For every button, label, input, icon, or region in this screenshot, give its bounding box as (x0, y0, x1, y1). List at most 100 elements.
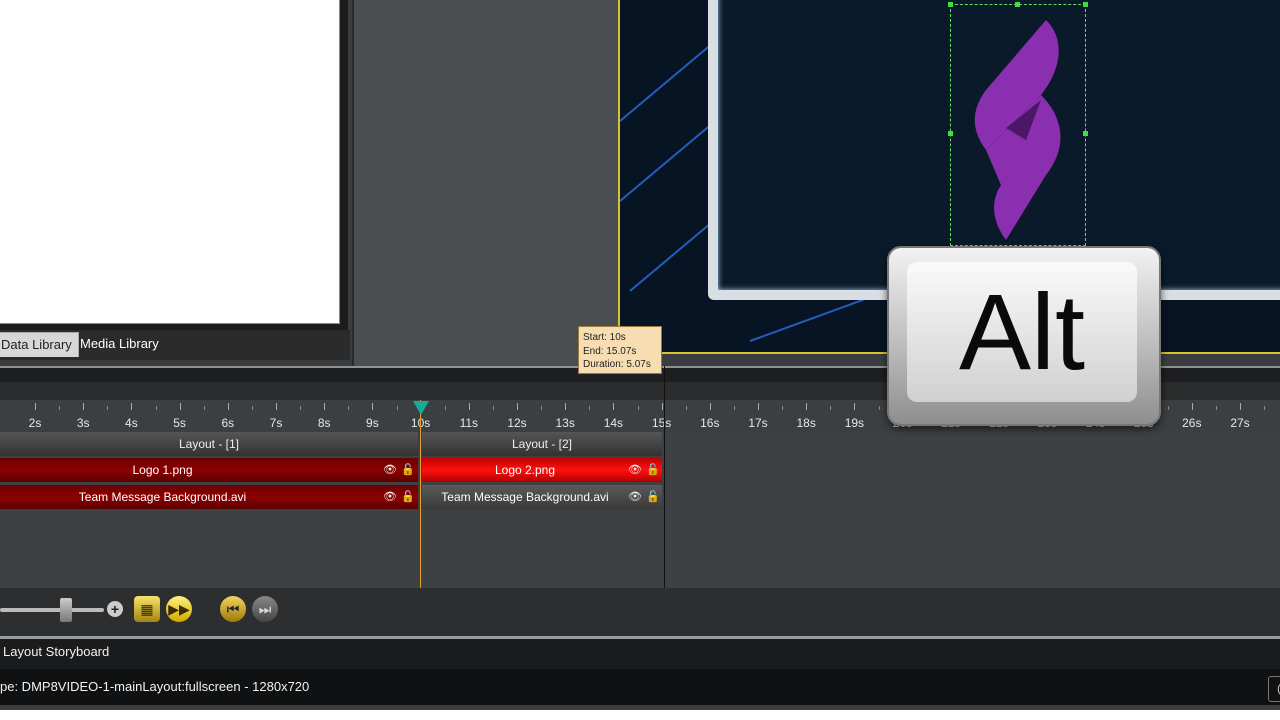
playhead-line[interactable] (420, 400, 421, 588)
eye-icon[interactable]: 👁 (628, 485, 642, 509)
timeline-tracks[interactable]: Layout - [1] Layout - [2] Logo 1.png 👁 🔓… (0, 432, 1280, 588)
ruler-tick (83, 403, 85, 410)
lock-icon[interactable]: 🔓 (401, 458, 415, 482)
ruler-label: 6s (221, 416, 235, 430)
eye-icon[interactable]: 👁 (628, 458, 642, 482)
ruler-minor-tick (541, 406, 543, 410)
alt-key-overlay: Alt (887, 246, 1161, 426)
ruler-minor-tick (203, 406, 205, 410)
ruler-label: 9s (366, 416, 379, 430)
ruler-label: 26s (1182, 416, 1202, 430)
ruler-minor-tick (348, 406, 350, 410)
ruler-tick (468, 403, 470, 410)
ruler-minor-tick (733, 406, 735, 410)
tooltip-start: Start: 10s (583, 332, 626, 343)
ruler-minor-tick (1264, 406, 1266, 410)
ruler-label: 3s (76, 416, 90, 430)
eye-icon[interactable]: 👁 (383, 458, 397, 482)
library-content-area[interactable] (0, 0, 340, 324)
ruler-tick (1191, 403, 1193, 410)
ruler-minor-tick (1215, 406, 1217, 410)
ruler-minor-tick (1167, 406, 1169, 410)
ruler-minor-tick (830, 406, 832, 410)
clip-end-indicator (664, 366, 665, 588)
clip-label: Logo 1.png (132, 463, 193, 477)
clip-label: Team Message Background.avi (78, 490, 247, 504)
selection-box[interactable] (948, 2, 1088, 246)
ruler-minor-tick (59, 406, 61, 410)
status-bar: pe: DMP8VIDEO-1-mainLayout:fullscreen - … (0, 669, 1280, 705)
resize-handle[interactable] (1083, 131, 1088, 136)
layout-bar-2[interactable]: Layout - [2] (422, 432, 662, 456)
lock-icon[interactable]: 🔓 (646, 458, 660, 482)
playhead-marker[interactable] (413, 401, 429, 415)
ruler-label: 12s (507, 416, 527, 430)
ruler-minor-tick (251, 406, 253, 410)
ruler-tick (709, 403, 711, 410)
fast-forward-icon[interactable]: ▶▶ (166, 596, 192, 622)
zoom-slider-thumb[interactable] (60, 598, 72, 622)
eye-icon[interactable]: 👁 (383, 485, 397, 509)
ruler-tick (179, 403, 181, 410)
clip-time-tooltip: Start: 10s End: 15.07s Duration: 5.07s (578, 326, 662, 374)
clip-logo-1[interactable]: Logo 1.png 👁 🔓 (0, 458, 418, 482)
ruler-label: 19s (844, 416, 865, 430)
tab-data-library[interactable]: Data Library (0, 332, 79, 357)
resize-handle[interactable] (948, 2, 953, 7)
resize-handle[interactable] (1015, 2, 1020, 7)
ruler-tick (661, 403, 663, 410)
ruler-minor-tick (492, 406, 494, 410)
alt-key-label: Alt (958, 271, 1086, 392)
screen-bottom-edge (0, 710, 1280, 720)
clip-label: Logo 2.png (494, 463, 556, 477)
ruler-tick (276, 403, 277, 410)
zoom-in-icon[interactable]: + (107, 601, 123, 617)
lock-icon[interactable]: 🔓 (401, 485, 415, 509)
ruler-tick (1240, 403, 1241, 410)
ruler-tick (227, 403, 229, 410)
ruler-tick (613, 403, 615, 410)
ruler-label: 4s (125, 416, 138, 430)
lock-icon[interactable]: 🔓 (646, 485, 660, 509)
ruler-minor-tick (155, 406, 157, 410)
corner-button[interactable]: ( (1268, 676, 1280, 702)
zoom-slider-track[interactable] (0, 608, 104, 612)
ruler-tick (758, 403, 759, 410)
tab-media-library[interactable]: Media Library (74, 332, 165, 356)
ruler-tick (854, 403, 856, 410)
layout-bar-1[interactable]: Layout - [1] (0, 432, 418, 456)
ruler-label: 15s (651, 416, 672, 430)
film-icon[interactable]: ▦ (134, 596, 160, 622)
clip-label: Team Message Background.avi (441, 490, 609, 504)
ruler-tick (324, 403, 326, 410)
ruler-minor-tick (685, 406, 687, 410)
timeline-controls (0, 588, 1280, 636)
panel-title: Layout Storyboard (3, 644, 110, 659)
alt-key-face: Alt (907, 262, 1137, 402)
storyboard-header: Layout Storyboard (0, 639, 1280, 669)
clip-team-message-1[interactable]: Team Message Background.avi 👁 🔓 (0, 485, 418, 509)
ruler-minor-tick (300, 406, 302, 410)
ruler-minor-tick (589, 406, 591, 410)
ruler-tick (517, 403, 518, 410)
ruler-label: 5s (173, 416, 186, 430)
ruler-minor-tick (107, 406, 109, 410)
resize-handle[interactable] (948, 131, 953, 136)
resize-handle[interactable] (1083, 2, 1088, 7)
ruler-minor-tick (782, 406, 784, 410)
status-info: pe: DMP8VIDEO-1-mainLayout:fullscreen - … (0, 679, 310, 694)
background-stripe (620, 43, 713, 122)
ruler-label: 11s (459, 416, 479, 430)
skip-forward-icon[interactable]: ⏭ (252, 596, 278, 622)
ruler-tick (35, 403, 36, 410)
ruler-label: 13s (555, 416, 575, 430)
tooltip-duration: Duration: 5.07s (583, 359, 651, 370)
clip-team-message-2[interactable]: Team Message Background.avi 👁 🔓 (422, 485, 662, 509)
tooltip-end: End: 15.07s (583, 345, 637, 357)
ruler-minor-tick (444, 406, 446, 410)
ruler-tick (565, 403, 567, 410)
ruler-label: 7s (269, 416, 283, 430)
library-tab-bar: Data Library Media Library (0, 330, 350, 360)
skip-back-icon[interactable]: ⏮ (220, 596, 246, 622)
clip-logo-2[interactable]: Logo 2.png 👁 🔓 (422, 458, 662, 482)
